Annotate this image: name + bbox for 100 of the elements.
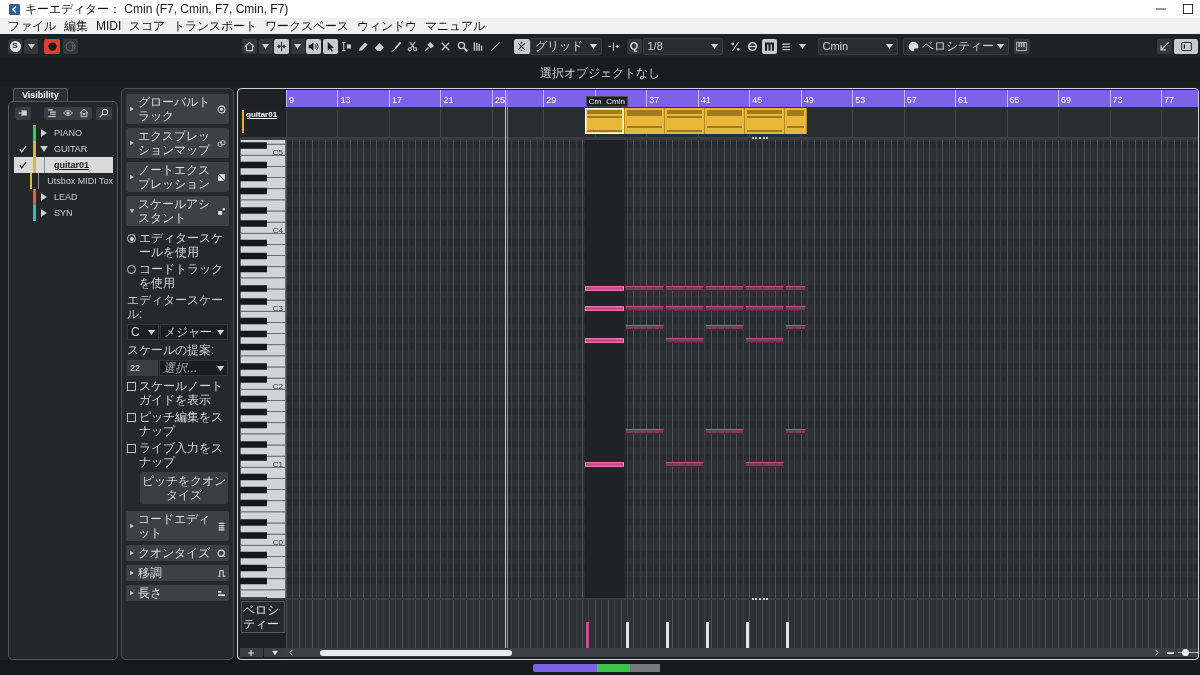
tool-button[interactable] — [306, 38, 321, 54]
snap-button[interactable] — [513, 38, 530, 54]
midi-note[interactable] — [625, 286, 664, 291]
tool-button[interactable] — [322, 38, 338, 54]
midi-note[interactable] — [705, 286, 744, 291]
pin-button[interactable] — [15, 106, 31, 120]
record-button[interactable] — [44, 38, 60, 54]
radio-label[interactable]: コードトラックを使用 — [139, 262, 228, 290]
midi-note[interactable] — [585, 461, 624, 467]
quantize-dropdown[interactable]: 1/8 — [642, 37, 723, 55]
midi-note[interactable] — [625, 305, 664, 311]
midi-note[interactable] — [785, 429, 806, 434]
chevron-right-icon[interactable] — [1155, 649, 1159, 656]
midi-note[interactable] — [665, 305, 704, 311]
scale-type-dropdown[interactable]: メジャー — [160, 324, 228, 340]
checkbox-label[interactable]: ライブ入力をスナップ — [139, 441, 228, 469]
track-name[interactable]: GUITAR — [54, 144, 88, 154]
snap-type-dropdown[interactable]: グリッド — [529, 37, 602, 55]
mode-button[interactable] — [761, 38, 777, 54]
chord-dropdown[interactable]: Cmin — [817, 37, 898, 55]
layout-button[interactable] — [1174, 38, 1198, 54]
midi-note[interactable] — [585, 305, 624, 311]
quantize-button[interactable]: Q — [626, 38, 642, 54]
quantize-pitch-button[interactable]: ピッチをクオンタイズ — [140, 472, 228, 504]
midi-note[interactable] — [665, 461, 704, 467]
menu-item[interactable]: マニュアル — [425, 19, 486, 33]
menu-item[interactable]: スコア — [129, 19, 166, 33]
expand-arrow-icon[interactable] — [41, 193, 47, 201]
midi-note[interactable] — [745, 305, 784, 311]
tool-menu-button[interactable] — [290, 38, 305, 54]
track-row-highlight[interactable]: guitar01 — [14, 157, 113, 173]
section-header[interactable]: グローバルトラック — [126, 94, 229, 124]
menu-item[interactable]: ファイル — [8, 19, 56, 33]
piano-keyboard-drawing[interactable]: C5 C4 C3 C2 C1 C0 — [240, 140, 286, 598]
checkbox[interactable] — [127, 413, 136, 422]
scale-suggestion-dropdown[interactable]: 選択... — [159, 360, 228, 376]
section-header[interactable]: スケールアシスタント — [126, 196, 229, 226]
midi-note[interactable] — [705, 325, 744, 330]
checkmark-icon[interactable] — [18, 161, 27, 169]
stacked-bars-icon — [217, 521, 226, 531]
track-name[interactable]: SYN — [54, 208, 73, 218]
chevron-left-icon[interactable] — [289, 649, 293, 656]
menu-item[interactable]: ウィンドウ — [357, 19, 418, 33]
search-button[interactable] — [96, 106, 112, 120]
midi-note[interactable] — [785, 286, 806, 291]
expand-arrow-icon[interactable] — [41, 209, 47, 217]
solo-button[interactable]: S — [8, 38, 22, 54]
slider-thumb[interactable] — [1182, 649, 1189, 656]
midi-note[interactable] — [745, 338, 784, 343]
expand-arrow-icon[interactable] — [41, 129, 47, 137]
section-header[interactable]: ノートエクスプレッション — [126, 162, 229, 192]
layout-button[interactable] — [1157, 38, 1172, 54]
midi-part-block[interactable] — [585, 108, 625, 134]
midi-note[interactable] — [745, 286, 784, 291]
section-header[interactable]: 移調 — [126, 565, 229, 581]
cursor-line[interactable] — [505, 90, 508, 648]
midi-note[interactable] — [705, 305, 744, 311]
section-header[interactable]: 長さ — [126, 585, 229, 601]
track-name[interactable]: guitar01 — [54, 160, 89, 170]
add-lane-button[interactable] — [240, 648, 263, 657]
midi-note[interactable] — [665, 338, 704, 343]
scrollbar-thumb[interactable] — [320, 649, 512, 656]
tool-button[interactable] — [242, 38, 257, 54]
lane-menu-button[interactable] — [263, 648, 286, 657]
checkbox-label[interactable]: ピッチ編集をスナップ — [139, 410, 228, 438]
checkbox[interactable] — [127, 382, 136, 391]
section-header[interactable]: エクスプレッションマップ — [126, 128, 229, 158]
controller-dropdown[interactable]: ベロシティー — [902, 37, 1009, 55]
midi-note[interactable] — [665, 286, 704, 291]
checkbox[interactable] — [127, 444, 136, 453]
midi-note[interactable] — [625, 429, 664, 434]
section-header[interactable]: コードエディット — [126, 511, 229, 541]
track-name[interactable]: Utsbox MIDI Tox — [47, 176, 113, 186]
checkbox-label[interactable]: スケールノートガイドを表示 — [139, 379, 228, 407]
section-header[interactable]: クオンタイズ — [126, 545, 229, 561]
midi-note[interactable] — [705, 429, 744, 434]
ruler[interactable]: 9 13 17 21 25 29 Cm Cmin 37 41 45 49 53 57 61 65 69 73 77 — [286, 90, 1198, 107]
monitor-button[interactable] — [63, 38, 78, 54]
visibility-tab[interactable]: Visibility — [13, 88, 68, 101]
solo-menu-button[interactable] — [24, 38, 38, 54]
track-name[interactable]: PIANO — [54, 128, 82, 138]
radio-label[interactable]: エディタースケールを使用 — [139, 231, 228, 259]
tool-button[interactable] — [274, 38, 289, 54]
menu-item[interactable]: MIDI — [96, 19, 122, 33]
root-note-dropdown[interactable]: C — [127, 324, 160, 340]
zoom-out-icon[interactable] — [1167, 651, 1174, 654]
menu-item[interactable]: ワークスペース — [265, 19, 350, 33]
octave-label: C1 — [272, 460, 283, 469]
keyboard-button[interactable] — [1013, 38, 1030, 54]
expand-arrow-icon[interactable] — [40, 146, 48, 152]
menu-item[interactable]: トランスポート — [173, 19, 258, 33]
midi-note[interactable] — [745, 461, 784, 467]
menu-item[interactable]: 編集 — [64, 19, 88, 33]
midi-note[interactable] — [625, 325, 664, 330]
track-name[interactable]: LEAD — [54, 192, 78, 202]
midi-note[interactable] — [785, 325, 806, 330]
lane-label[interactable]: ベロシティー — [241, 601, 285, 633]
horizontal-scrollbar[interactable] — [286, 648, 1198, 657]
tool-menu-button[interactable] — [258, 38, 273, 54]
midi-note[interactable] — [785, 305, 806, 311]
